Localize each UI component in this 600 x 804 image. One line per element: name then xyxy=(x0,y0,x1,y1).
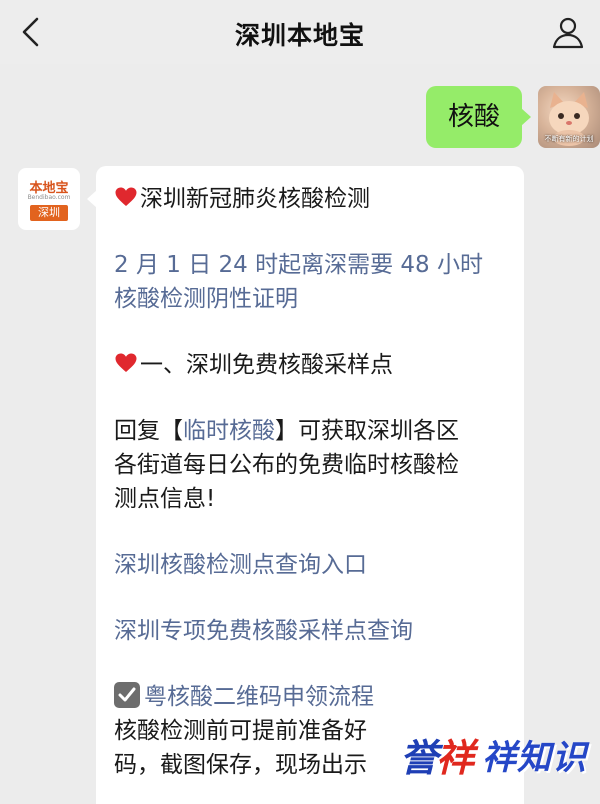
notice-link[interactable]: 2 月 1 日 24 时起离深需要 48 小时 xyxy=(114,248,510,282)
link-free-sampling-query[interactable]: 深圳专项免费核酸采样点查询 xyxy=(114,614,510,648)
reply-keyword-link[interactable]: 临时核酸 xyxy=(183,418,275,444)
reply-line-2: 各街道每日公布的免费临时核酸检 xyxy=(114,452,459,478)
link-test-site-query[interactable]: 深圳核酸检测点查询入口 xyxy=(114,548,510,582)
official-account-avatar[interactable]: 本地宝 Bendibao.com 深圳 xyxy=(18,168,80,230)
watermark-mark: 誉祥 xyxy=(400,736,474,780)
heart-icon xyxy=(115,187,137,206)
heart-icon xyxy=(115,353,137,372)
notice-link-continued[interactable]: 核酸检测阴性证明 xyxy=(114,282,510,316)
page-title: 深圳本地宝 xyxy=(234,21,365,50)
avatar-caption: 不断有新的计划 xyxy=(544,135,594,143)
person-icon xyxy=(552,17,584,49)
incoming-message[interactable]: 深圳新冠肺炎核酸检测 2 月 1 日 24 时起离深需要 48 小时 核酸检测阴… xyxy=(96,166,524,804)
heading-qr-code-process[interactable]: 粤核酸二维码申领流程 xyxy=(114,680,510,714)
reply-suffix: 】可获取深圳各区 xyxy=(275,418,459,444)
notice-line-1: 2 月 1 日 24 时起离深需要 48 小时 xyxy=(114,252,483,278)
title-bar: 深圳本地宝 xyxy=(0,0,600,64)
notice-line-2: 核酸检测阴性证明 xyxy=(114,286,298,312)
user-avatar[interactable]: 不断有新的计划 xyxy=(538,86,600,148)
reply-prefix: 回复【 xyxy=(114,418,183,444)
reply-line-3: 测点信息! xyxy=(114,486,216,512)
heading-text: 粤核酸二维码申领流程 xyxy=(144,684,374,710)
outgoing-message-text: 核酸 xyxy=(447,102,500,132)
profile-button[interactable] xyxy=(550,14,586,50)
watermark-text: 祥知识 xyxy=(482,738,587,778)
heading-text: 一、深圳免费核酸采样点 xyxy=(140,352,393,378)
reply-instruction: 回复【临时核酸】可获取深圳各区 xyxy=(114,414,510,448)
heading-text: 深圳新冠肺炎核酸检测 xyxy=(140,186,370,212)
outgoing-message[interactable]: 核酸 xyxy=(425,86,532,148)
heading-covid-test: 深圳新冠肺炎核酸检测 xyxy=(114,182,510,216)
checkbox-icon xyxy=(114,682,140,708)
chat-area[interactable]: 核酸 不断有新的计划 本地宝 Bendibao.com 深圳 深圳新冠肺炎核酸检… xyxy=(0,64,600,804)
watermark-logo: 誉祥 祥知识 xyxy=(400,728,600,788)
heading-free-sampling: 一、深圳免费核酸采样点 xyxy=(114,348,510,382)
logo-city: 深圳 xyxy=(30,205,68,221)
logo-subtext: Bendibao.com xyxy=(27,194,71,201)
